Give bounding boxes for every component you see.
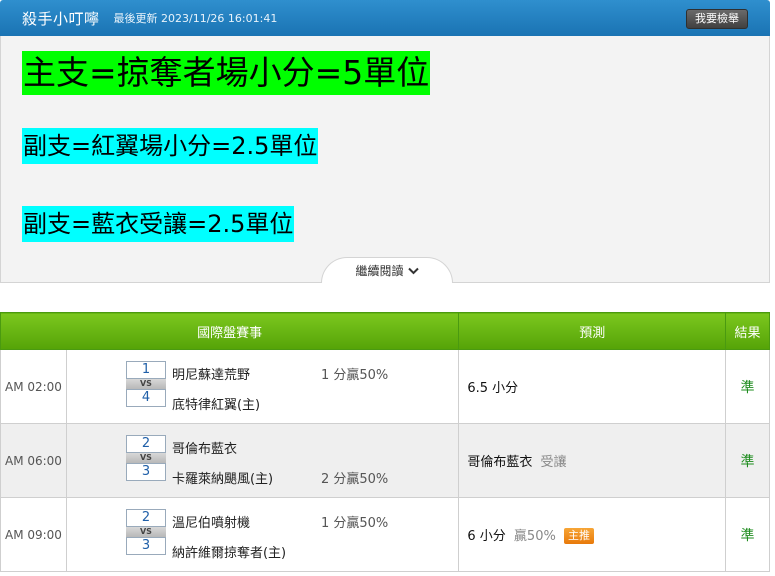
sub-pick-line-1: 副支=紅翼場小分=2.5單位 (22, 128, 319, 164)
score-bottom: 3 (125, 463, 166, 481)
score-box: 2 VS 3 (125, 435, 166, 481)
handicap-top: 1 分贏50% (320, 368, 389, 383)
result-column-header: 結果 (725, 312, 770, 350)
score-box: 2 VS 3 (125, 509, 166, 555)
read-more-label: 繼續閱讀 (355, 264, 404, 278)
match-time: AM 09:00 (0, 497, 67, 572)
result-cell: 準 (725, 497, 770, 572)
chevron-down-icon (407, 267, 419, 274)
featured-pick-badge: 主推 (563, 528, 594, 544)
prediction-note: 受讓 (540, 455, 567, 470)
result-cell: 準 (725, 423, 770, 498)
prediction-cell: 6.5 小分 (458, 349, 727, 424)
score-top: 1 (125, 361, 166, 379)
vs-label: VS (125, 453, 166, 463)
main-pick-line: 主支=掠奪者場小分=5單位 (22, 51, 431, 95)
vs-label: VS (125, 379, 166, 389)
score-top: 2 (125, 509, 166, 527)
read-more-button[interactable]: 繼續閱讀 (321, 257, 453, 283)
report-button[interactable]: 我要檢舉 (686, 9, 748, 29)
match-cell: 2 VS 3 哥倫布藍衣 卡羅萊納颶風(主) 2 分贏50% (65, 423, 460, 498)
score-top: 2 (125, 435, 166, 453)
team-bottom: 底特律紅翼(主) (171, 398, 261, 413)
table-header-row: 國際盤賽事 預測 結果 (0, 312, 770, 350)
team-top: 哥倫布藍衣 (171, 442, 237, 457)
handicap-bottom: 2 分贏50% (320, 472, 389, 487)
prediction-note: 贏50% (513, 529, 556, 544)
team-top: 溫尼伯噴射機 (171, 516, 250, 531)
match-time: AM 02:00 (0, 349, 67, 424)
last-updated-text: 最後更新 2023/11/26 16:01:41 (113, 12, 278, 25)
score-box: 1 VS 4 (125, 361, 166, 407)
vs-label: VS (125, 527, 166, 537)
handicap-top: 1 分贏50% (320, 516, 389, 531)
team-top: 明尼蘇達荒野 (171, 368, 250, 383)
page-title: 殺手小叮嚀 (22, 9, 100, 28)
predictions-table: 國際盤賽事 預測 結果 AM 02:00 1 VS 4 明尼蘇達荒野 底特律紅翼… (0, 312, 770, 572)
team-bottom: 卡羅萊納颶風(主) (171, 472, 274, 487)
table-row: AM 06:00 2 VS 3 哥倫布藍衣 卡羅萊納颶風(主) 2 分贏50% … (0, 423, 770, 498)
match-time: AM 06:00 (0, 423, 67, 498)
prediction-cell: 哥倫布藍衣 受讓 (458, 423, 727, 498)
top-header-bar: 殺手小叮嚀 最後更新 2023/11/26 16:01:41 我要檢舉 (0, 0, 770, 36)
event-column-header: 國際盤賽事 (0, 312, 460, 350)
sub-pick-line-2: 副支=藍衣受讓=2.5單位 (22, 206, 295, 242)
score-bottom: 4 (125, 389, 166, 407)
table-row: AM 09:00 2 VS 3 溫尼伯噴射機 納許維爾掠奪者(主) 1 分贏50… (0, 497, 770, 572)
table-row: AM 02:00 1 VS 4 明尼蘇達荒野 底特律紅翼(主) 1 分贏50% … (0, 349, 770, 424)
article-panel: 主支=掠奪者場小分=5單位 副支=紅翼場小分=2.5單位 副支=藍衣受讓=2.5… (0, 36, 770, 283)
prediction-text: 6 小分 (467, 529, 506, 544)
team-bottom: 納許維爾掠奪者(主) (171, 546, 287, 561)
match-cell: 2 VS 3 溫尼伯噴射機 納許維爾掠奪者(主) 1 分贏50% (65, 497, 460, 572)
prediction-cell: 6 小分 贏50% 主推 (458, 497, 727, 572)
prediction-text: 6.5 小分 (467, 381, 519, 396)
match-cell: 1 VS 4 明尼蘇達荒野 底特律紅翼(主) 1 分贏50% (65, 349, 460, 424)
result-cell: 準 (725, 349, 770, 424)
score-bottom: 3 (125, 537, 166, 555)
prediction-column-header: 預測 (458, 312, 727, 350)
prediction-text: 哥倫布藍衣 (467, 455, 533, 470)
